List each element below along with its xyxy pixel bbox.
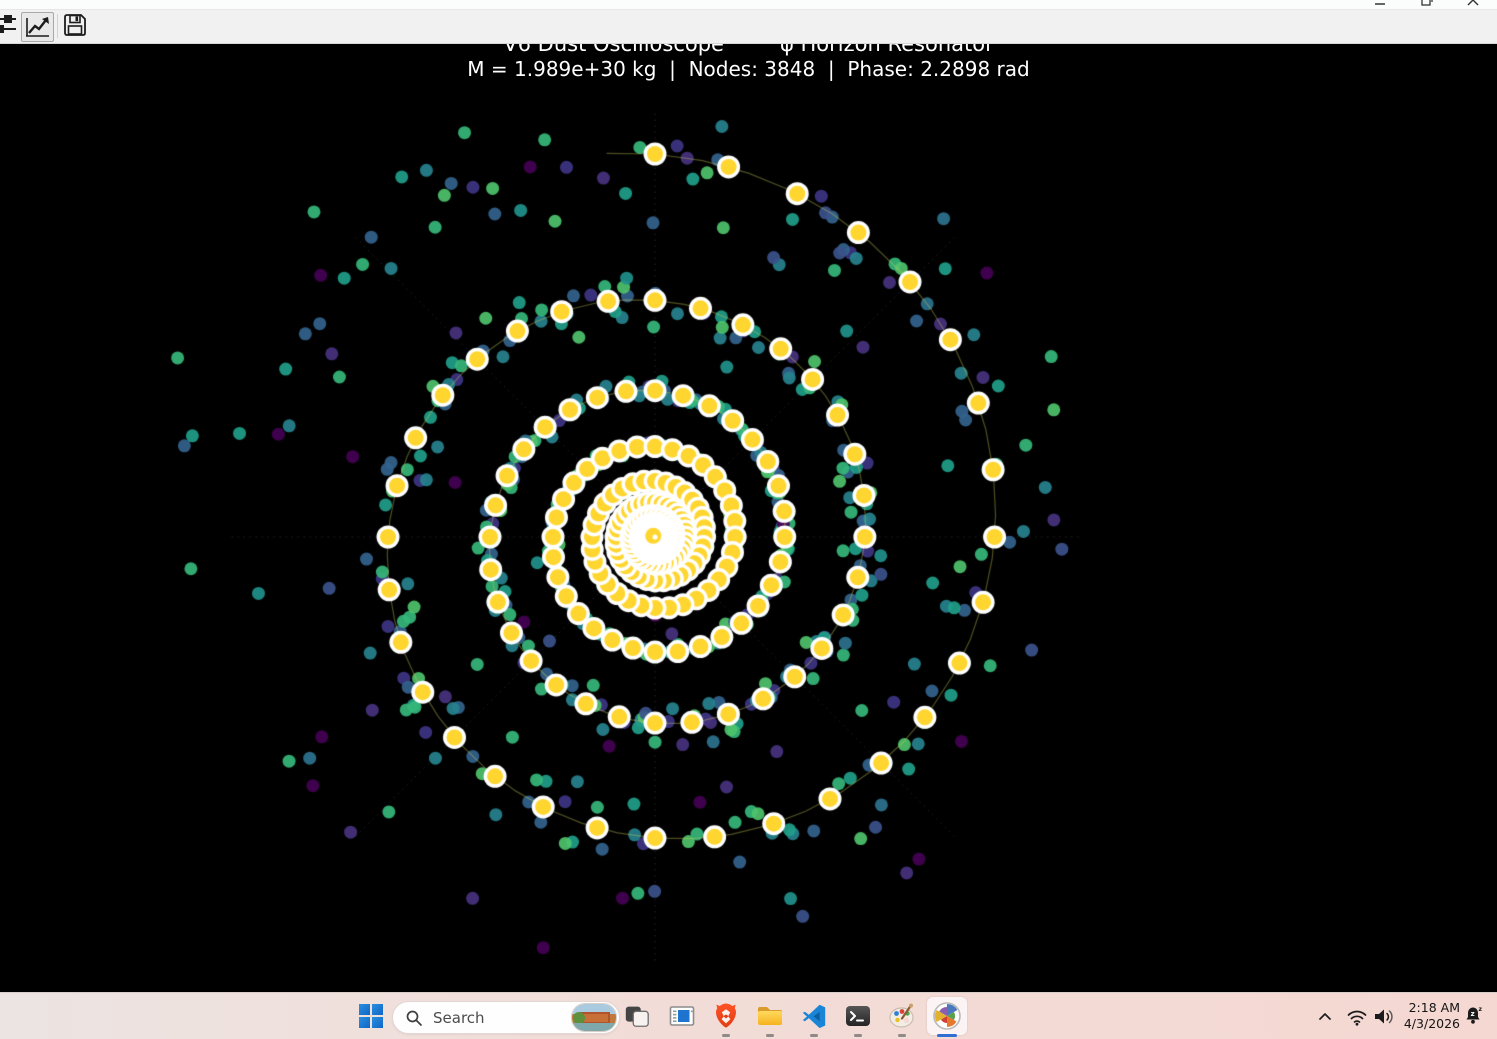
- app-window-icon: [669, 1006, 695, 1026]
- running-indicator: [854, 1034, 862, 1037]
- tray-date: 4/3/2026: [1403, 1016, 1460, 1031]
- task-view-icon: [625, 1006, 649, 1027]
- file-explorer-button[interactable]: [755, 1001, 785, 1031]
- notification-bell-button[interactable]: z z: [1462, 993, 1486, 1039]
- matplotlib-toolbar: [0, 9, 1497, 44]
- restore-icon: [1421, 0, 1433, 6]
- search-placeholder: Search: [433, 1008, 485, 1027]
- terminal-icon: [846, 1006, 870, 1026]
- minimize-button[interactable]: [1357, 0, 1403, 9]
- vscode-icon: [802, 1004, 826, 1029]
- running-indicator: [766, 1034, 774, 1037]
- close-icon: [1467, 0, 1479, 6]
- tray-time: 2:18 AM: [1408, 1000, 1460, 1015]
- wifi-icon: [1347, 1010, 1367, 1026]
- folder-icon: [758, 1007, 782, 1025]
- brave-browser-button[interactable]: [711, 1001, 741, 1031]
- line-chart-icon: [26, 17, 49, 37]
- speaker-icon: [1375, 1009, 1393, 1024]
- task-view-button[interactable]: [622, 1001, 652, 1031]
- landscape-thumbnail-icon: [572, 1004, 616, 1031]
- screen: V6 Dust Oscilloscope ψ Horizon Resonator …: [0, 0, 1497, 1039]
- restore-button[interactable]: [1404, 0, 1450, 9]
- save-icon: [64, 14, 86, 36]
- active-running-indicator: [937, 1034, 957, 1037]
- figure-canvas[interactable]: [0, 44, 1497, 992]
- search-highlight-image[interactable]: [571, 1003, 617, 1032]
- do-not-disturb-bell-icon: z z: [1466, 1006, 1483, 1024]
- vscode-button[interactable]: [799, 1001, 829, 1031]
- blue-window-app-button[interactable]: [667, 1001, 697, 1031]
- tray-chevron-button[interactable]: [1316, 993, 1336, 1039]
- windows-logo-icon: [359, 1004, 383, 1028]
- clock[interactable]: 2:18 AM 4/3/2026: [1396, 1000, 1460, 1032]
- search-input[interactable]: Search: [392, 1001, 620, 1034]
- svg-text:z: z: [1479, 1006, 1483, 1013]
- wifi-button[interactable]: [1346, 993, 1370, 1039]
- matplotlib-logo-icon: [933, 1002, 961, 1030]
- brave-icon: [716, 1003, 736, 1028]
- search-icon: [406, 1010, 422, 1026]
- running-indicator: [898, 1034, 906, 1037]
- save-figure-button[interactable]: [62, 12, 90, 40]
- toolbar-separator: [57, 14, 58, 38]
- volume-button[interactable]: [1372, 993, 1398, 1039]
- chevron-up-icon: [1319, 1013, 1331, 1020]
- figure-subtitle: M = 1.989e+30 kg | Nodes: 3848 | Phase: …: [467, 57, 1030, 81]
- paint-button[interactable]: [887, 1001, 917, 1031]
- matplotlib-figure-button[interactable]: [927, 997, 967, 1035]
- start-button[interactable]: [356, 1001, 386, 1031]
- svg-text:z: z: [1471, 1010, 1475, 1018]
- running-indicator: [810, 1034, 818, 1037]
- minimize-icon: [1375, 3, 1385, 5]
- figure-area: V6 Dust Oscilloscope ψ Horizon Resonator …: [0, 32, 1497, 992]
- window-titlebar: [0, 0, 1497, 10]
- paint-palette-icon: [889, 1003, 914, 1028]
- taskbar: Search 2:18 AM 4/3/2026 z z: [0, 992, 1497, 1039]
- close-button[interactable]: [1450, 0, 1496, 9]
- sliders-icon: [0, 15, 16, 33]
- terminal-button[interactable]: [843, 1001, 873, 1031]
- edit-axes-button[interactable]: [21, 12, 54, 42]
- running-indicator: [722, 1034, 730, 1037]
- configure-subplots-button[interactable]: [0, 12, 17, 40]
